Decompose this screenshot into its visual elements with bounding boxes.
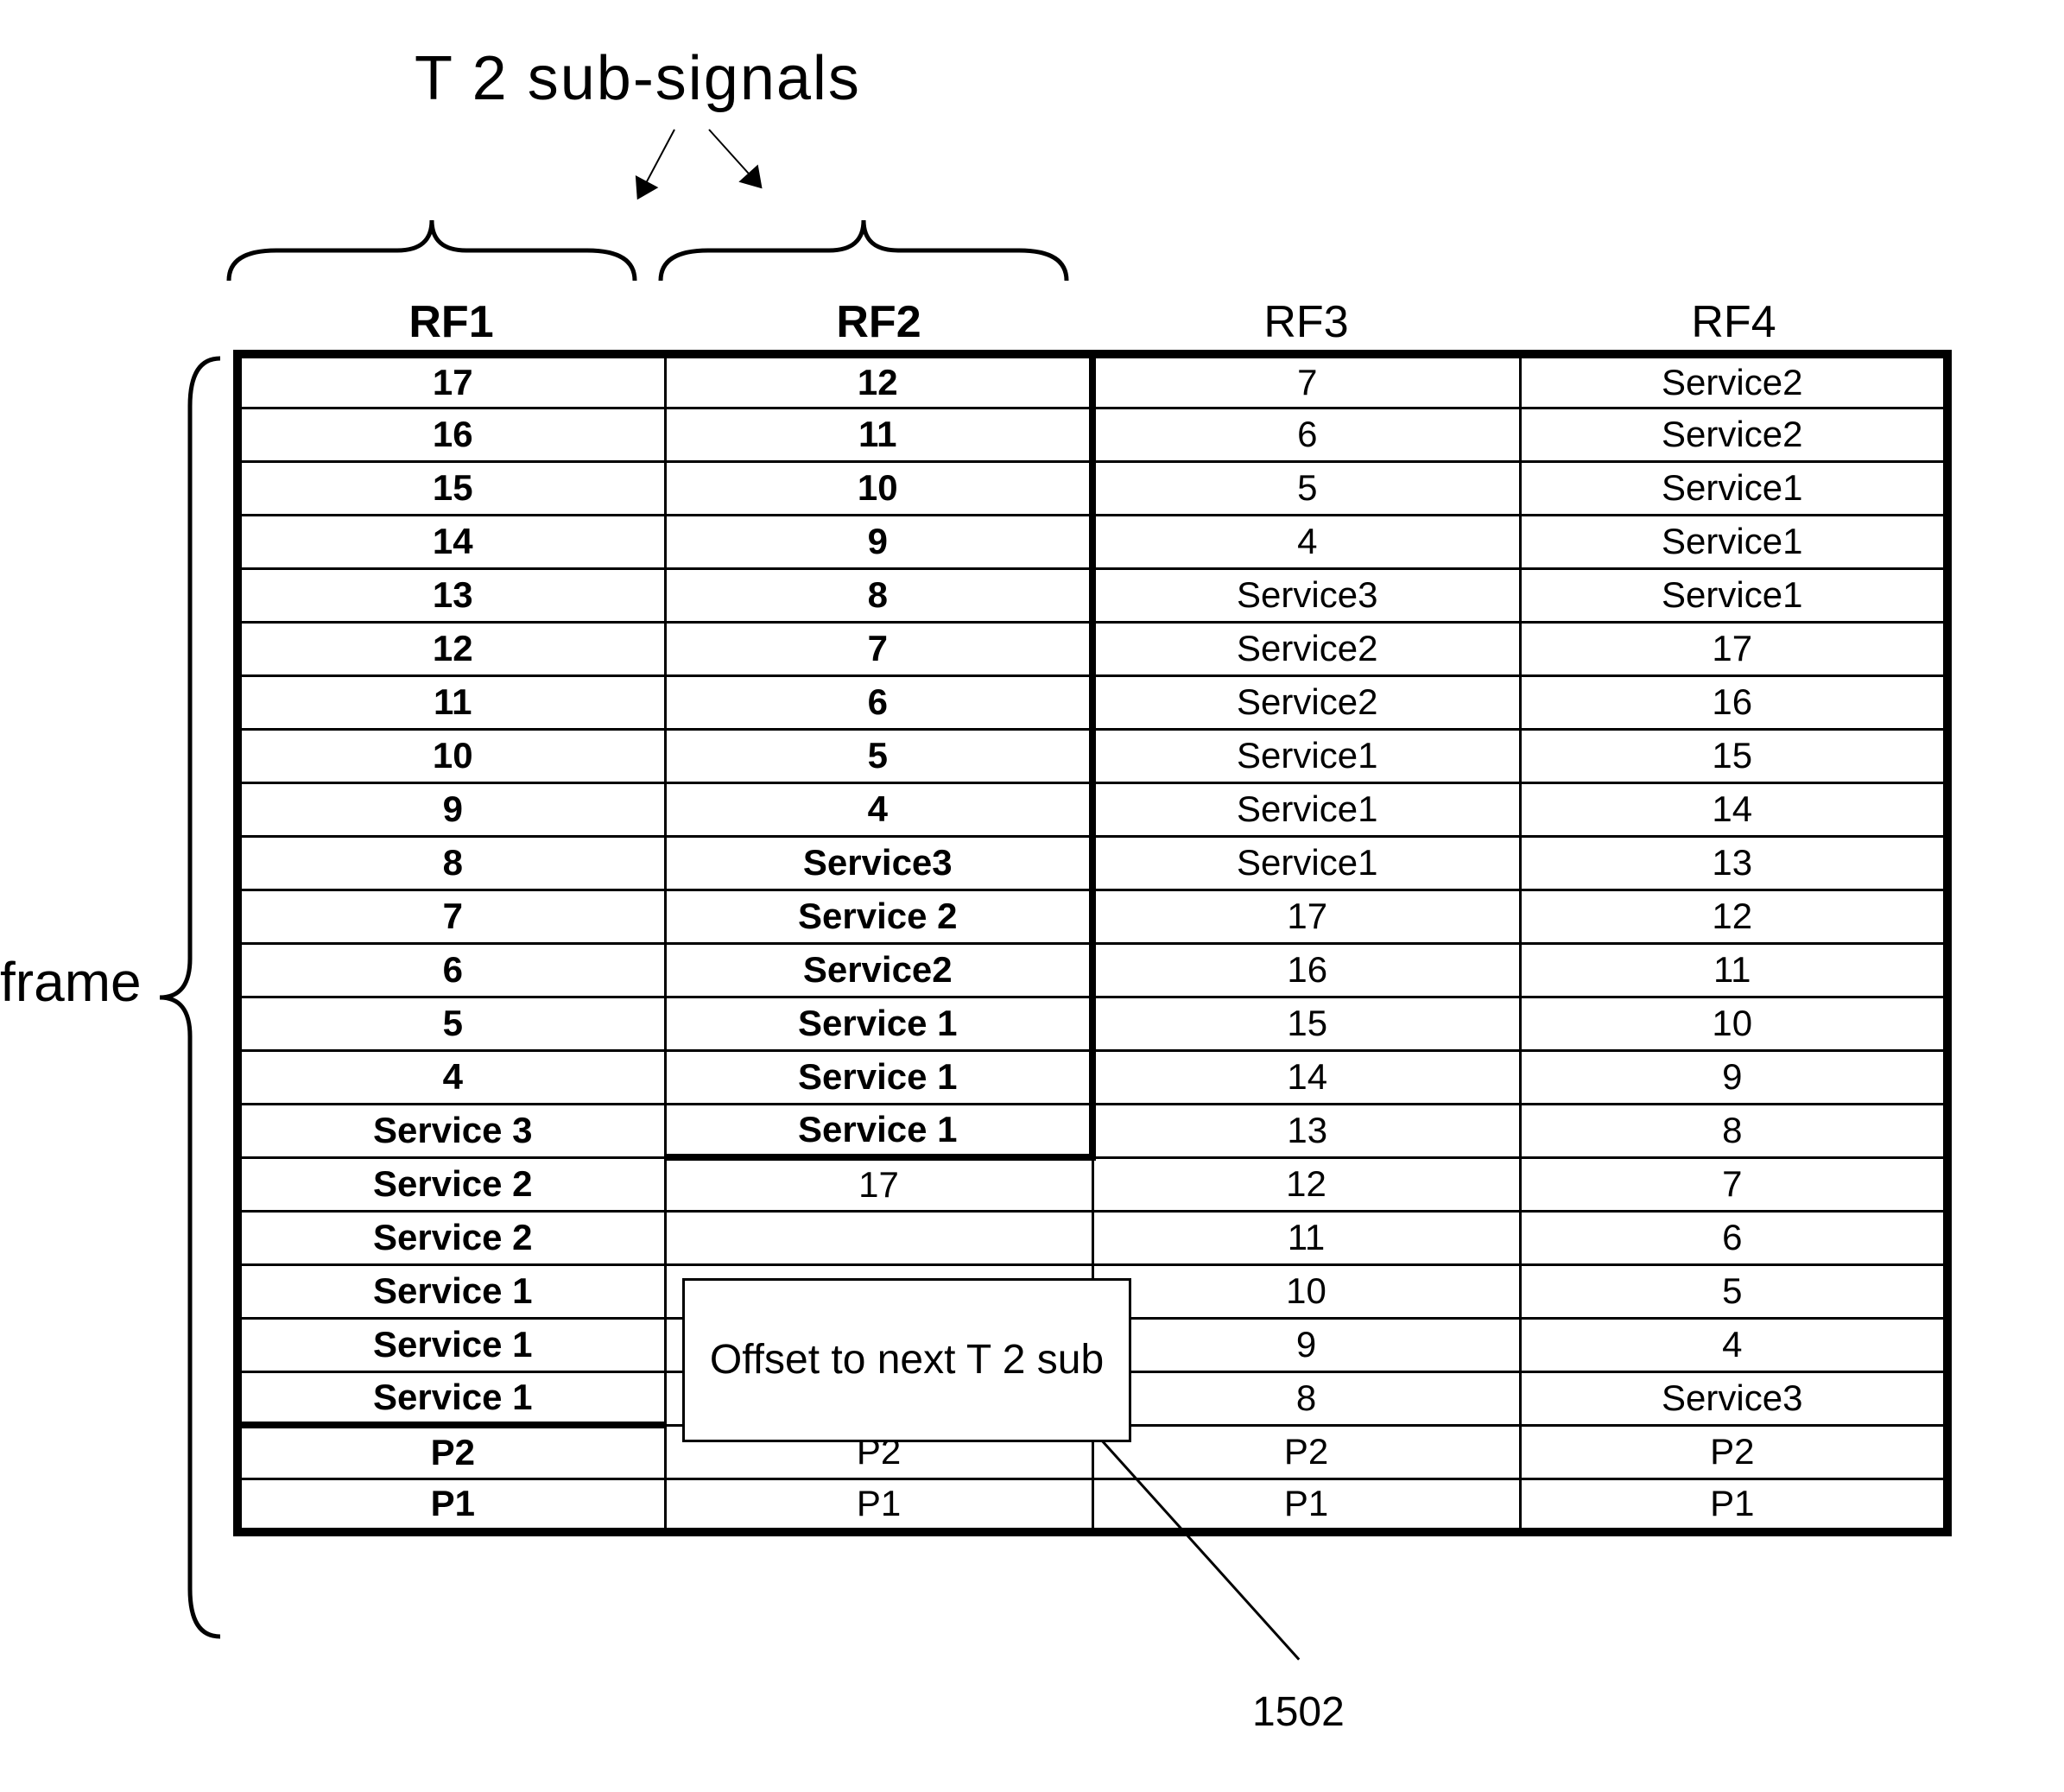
cell-r14-c1: Service 1 — [665, 1104, 1092, 1157]
cell-r11-c2: 16 — [1092, 943, 1520, 997]
cell-r6-c0: 11 — [237, 675, 665, 729]
cell-r3-c1: 9 — [665, 515, 1092, 568]
cell-r15-c3: 7 — [1520, 1157, 1947, 1211]
cell-r6-c1: 6 — [665, 675, 1092, 729]
cell-r2-c2: 5 — [1092, 461, 1520, 515]
cell-r4-c2: Service3 — [1092, 568, 1520, 622]
cell-r2-c0: 15 — [237, 461, 665, 515]
arrow-right-icon — [708, 129, 762, 187]
cell-r20-c2: P2 — [1092, 1425, 1520, 1479]
cell-r14-c2: 13 — [1092, 1104, 1520, 1157]
brace-left-icon — [155, 354, 225, 1641]
cell-r15-c1: 17 — [665, 1157, 1092, 1211]
cell-r3-c2: 4 — [1092, 515, 1520, 568]
cell-r11-c3: 11 — [1520, 943, 1947, 997]
cell-r7-c2: Service1 — [1092, 729, 1520, 782]
cell-r18-c3: 4 — [1520, 1318, 1947, 1371]
cell-r7-c3: 15 — [1520, 729, 1947, 782]
cell-r4-c0: 13 — [237, 568, 665, 622]
cell-r19-c3: Service3 — [1520, 1371, 1947, 1425]
cell-r9-c3: 13 — [1520, 836, 1947, 890]
cell-r16-c2: 11 — [1092, 1211, 1520, 1264]
brace-top-rf2-icon — [656, 216, 1071, 285]
cell-r8-c0: 9 — [237, 782, 665, 836]
cell-r17-c3: 5 — [1520, 1264, 1947, 1318]
frame-label: frame — [0, 950, 142, 1014]
cell-r3-c0: 14 — [237, 515, 665, 568]
cell-r7-c1: 5 — [665, 729, 1092, 782]
cell-r6-c3: 16 — [1520, 675, 1947, 729]
cell-r21-c2: P1 — [1092, 1479, 1520, 1532]
cell-r19-c2: 8 — [1092, 1371, 1520, 1425]
cell-r16-c3: 6 — [1520, 1211, 1947, 1264]
header-rf3: RF3 — [1092, 294, 1520, 354]
cell-r12-c1: Service 1 — [665, 997, 1092, 1050]
cell-r11-c1: Service2 — [665, 943, 1092, 997]
cell-r16-c0: Service 2 — [237, 1211, 665, 1264]
cell-r8-c3: 14 — [1520, 782, 1947, 836]
cell-r4-c3: Service1 — [1520, 568, 1947, 622]
cell-r2-c1: 10 — [665, 461, 1092, 515]
cell-r13-c3: 9 — [1520, 1050, 1947, 1104]
cell-r0-c0: 17 — [237, 354, 665, 408]
cell-r0-c3: Service2 — [1520, 354, 1947, 408]
top-label: T 2 sub-signals — [415, 43, 861, 114]
cell-r5-c2: Service2 — [1092, 622, 1520, 675]
cell-r17-c0: Service 1 — [237, 1264, 665, 1318]
cell-r0-c2: 7 — [1092, 354, 1520, 408]
cell-r9-c2: Service1 — [1092, 836, 1520, 890]
cell-r15-c0: Service 2 — [237, 1157, 665, 1211]
offset-callout: Offset to next T 2 sub — [682, 1278, 1131, 1442]
header-rf1: RF1 — [237, 294, 665, 354]
cell-r16-c1 — [665, 1211, 1092, 1264]
cell-r4-c1: 8 — [665, 568, 1092, 622]
callout-ref-num: 1502 — [1252, 1688, 1345, 1736]
cell-r9-c1: Service3 — [665, 836, 1092, 890]
cell-r12-c3: 10 — [1520, 997, 1947, 1050]
cell-r7-c0: 10 — [237, 729, 665, 782]
cell-r18-c0: Service 1 — [237, 1318, 665, 1371]
cell-r6-c2: Service2 — [1092, 675, 1520, 729]
cell-r5-c3: 17 — [1520, 622, 1947, 675]
cell-r13-c2: 14 — [1092, 1050, 1520, 1104]
cell-r14-c0: Service 3 — [237, 1104, 665, 1157]
brace-top-rf1-icon — [225, 216, 639, 285]
cell-r15-c2: 12 — [1092, 1157, 1520, 1211]
cell-r1-c3: Service2 — [1520, 408, 1947, 461]
cell-r1-c2: 6 — [1092, 408, 1520, 461]
arrow-left-icon — [637, 130, 675, 199]
cell-r13-c1: Service 1 — [665, 1050, 1092, 1104]
cell-r20-c0: P2 — [237, 1425, 665, 1479]
cell-r12-c2: 15 — [1092, 997, 1520, 1050]
cell-r10-c1: Service 2 — [665, 890, 1092, 943]
header-rf4: RF4 — [1520, 294, 1947, 354]
cell-r8-c2: Service1 — [1092, 782, 1520, 836]
cell-r11-c0: 6 — [237, 943, 665, 997]
cell-r21-c3: P1 — [1520, 1479, 1947, 1532]
cell-r2-c3: Service1 — [1520, 461, 1947, 515]
cell-r10-c0: 7 — [237, 890, 665, 943]
cell-r17-c2: 10 — [1092, 1264, 1520, 1318]
cell-r12-c0: 5 — [237, 997, 665, 1050]
cell-r10-c3: 12 — [1520, 890, 1947, 943]
cell-r3-c3: Service1 — [1520, 515, 1947, 568]
cell-r19-c0: Service 1 — [237, 1371, 665, 1425]
cell-r9-c0: 8 — [237, 836, 665, 890]
cell-r20-c3: P2 — [1520, 1425, 1947, 1479]
cell-r8-c1: 4 — [665, 782, 1092, 836]
cell-r14-c3: 8 — [1520, 1104, 1947, 1157]
cell-r13-c0: 4 — [237, 1050, 665, 1104]
cell-r1-c0: 16 — [237, 408, 665, 461]
cell-r5-c0: 12 — [237, 622, 665, 675]
cell-r1-c1: 11 — [665, 408, 1092, 461]
cell-r10-c2: 17 — [1092, 890, 1520, 943]
header-rf2: RF2 — [665, 294, 1092, 354]
cell-r21-c0: P1 — [237, 1479, 665, 1532]
cell-r18-c2: 9 — [1092, 1318, 1520, 1371]
cell-r5-c1: 7 — [665, 622, 1092, 675]
cell-r21-c1: P1 — [665, 1479, 1092, 1532]
cell-r0-c1: 12 — [665, 354, 1092, 408]
